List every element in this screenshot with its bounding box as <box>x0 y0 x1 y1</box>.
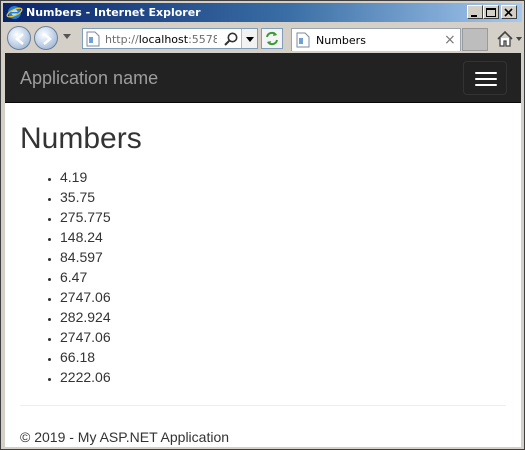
home-icon[interactable] <box>496 30 514 48</box>
address-dropdown-button[interactable] <box>241 29 257 48</box>
navbar-toggle-button[interactable] <box>463 61 507 95</box>
tab-label: Numbers <box>316 34 366 47</box>
browser-toolbar: http://localhost:55784/h Numbers × <box>3 23 522 53</box>
browser-window: Numbers - Internet Explorer http://local… <box>0 0 525 450</box>
home-dropdown-icon[interactable] <box>516 37 522 42</box>
search-icon[interactable] <box>223 31 239 47</box>
list-item: 84.597 <box>60 247 111 267</box>
minimize-button[interactable] <box>467 5 483 19</box>
page-icon <box>296 32 310 48</box>
internet-explorer-icon <box>6 6 23 19</box>
maximize-icon <box>486 8 496 17</box>
list-item: 282.924 <box>60 307 111 327</box>
list-item: 4.19 <box>60 167 111 187</box>
numbers-list: 4.19 35.75 275.775 148.24 84.597 6.47 27… <box>60 167 111 387</box>
address-rest: :55784/h <box>188 33 217 46</box>
list-item: 2747.06 <box>60 287 111 307</box>
list-item: 2222.06 <box>60 367 111 387</box>
list-item: 66.18 <box>60 347 111 367</box>
tab-numbers[interactable]: Numbers × <box>291 28 461 51</box>
close-icon <box>504 8 513 17</box>
minimize-icon <box>471 15 477 17</box>
tab-close-button[interactable]: × <box>444 32 456 48</box>
list-item: 148.24 <box>60 227 111 247</box>
hamburger-icon-bar <box>475 84 497 86</box>
list-item: 275.775 <box>60 207 111 227</box>
hamburger-icon-bar <box>475 72 497 74</box>
back-arrow-icon <box>15 33 24 45</box>
brand-link[interactable]: Application name <box>20 68 158 89</box>
address-input[interactable]: http://localhost:55784/h <box>105 33 217 46</box>
list-item: 35.75 <box>60 187 111 207</box>
chevron-down-icon <box>246 37 254 42</box>
back-button[interactable] <box>7 26 31 50</box>
refresh-icon <box>266 31 278 46</box>
recent-pages-dropdown-icon[interactable] <box>63 34 71 40</box>
footer-text: © 2019 - My ASP.NET Application <box>20 429 230 445</box>
hamburger-icon-bar <box>475 78 497 80</box>
maximize-button[interactable] <box>483 5 499 19</box>
page-viewport: Application name Numbers 4.19 35.75 275.… <box>5 53 521 447</box>
address-host: localhost <box>138 33 189 46</box>
close-window-button[interactable] <box>501 5 517 19</box>
window-title: Numbers - Internet Explorer <box>26 6 201 19</box>
site-navbar: Application name <box>5 53 521 103</box>
list-item: 2747.06 <box>60 327 111 347</box>
address-bar[interactable]: http://localhost:55784/h <box>82 28 258 49</box>
list-item: 6.47 <box>60 267 111 287</box>
page-title: Numbers <box>20 122 142 155</box>
forward-button[interactable] <box>34 26 58 50</box>
compatibility-view-button[interactable] <box>261 28 283 49</box>
page-icon <box>86 31 100 47</box>
footer-divider <box>20 405 506 406</box>
forward-arrow-icon <box>43 33 52 45</box>
new-tab-button[interactable] <box>462 28 488 51</box>
address-scheme: http:// <box>105 33 139 46</box>
title-bar: Numbers - Internet Explorer <box>3 3 522 22</box>
